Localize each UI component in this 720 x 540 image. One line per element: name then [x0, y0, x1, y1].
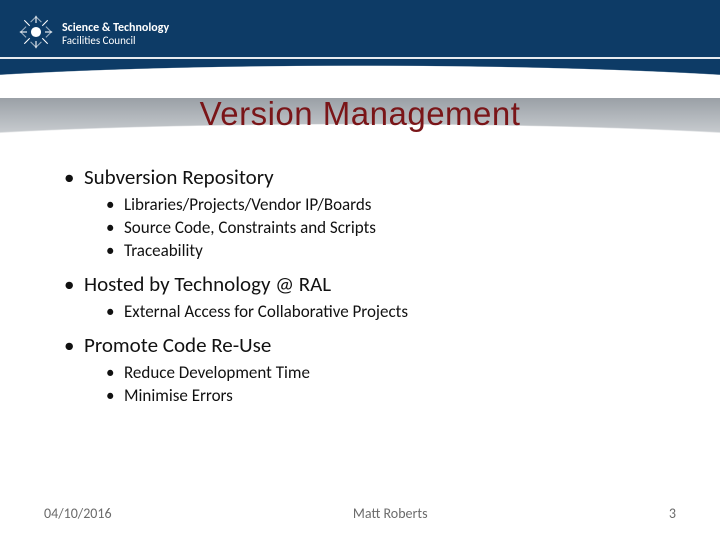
bullet-reuse: Promote Code Re-Use Reduce Development T…: [60, 332, 660, 406]
logo-line-2: Facilities Council: [62, 35, 169, 47]
bullet-text: Promote Code Re-Use: [84, 332, 271, 358]
sub-bullet: Reduce Development Time: [84, 362, 660, 383]
bullet-text: Hosted by Technology @ RAL: [84, 271, 331, 297]
sub-bullet: Traceability: [84, 240, 660, 261]
slide-title: Version Management: [0, 95, 720, 133]
sunburst-icon: [18, 14, 62, 55]
stfc-logo: Science & Technology Facilities Council: [18, 14, 169, 55]
sub-bullet: Minimise Errors: [84, 385, 660, 406]
bullet-subversion: Subversion Repository Libraries/Projects…: [60, 164, 660, 261]
slide-footer: 04/10/2016 Matt Roberts 3: [0, 505, 720, 522]
sub-bullet: Source Code, Constraints and Scripts: [84, 217, 660, 238]
bullet-hosted: Hosted by Technology @ RAL External Acce…: [60, 271, 660, 322]
header-divider: [0, 57, 720, 59]
sub-bullet: External Access for Collaborative Projec…: [84, 301, 660, 322]
logo-text: Science & Technology Facilities Council: [62, 22, 169, 46]
footer-page-number: 3: [669, 505, 676, 522]
footer-author: Matt Roberts: [353, 505, 428, 522]
footer-date: 04/10/2016: [44, 505, 112, 522]
slide-body: Subversion Repository Libraries/Projects…: [60, 164, 660, 416]
sub-bullet: Libraries/Projects/Vendor IP/Boards: [84, 194, 660, 215]
bullet-text: Subversion Repository: [84, 164, 274, 190]
